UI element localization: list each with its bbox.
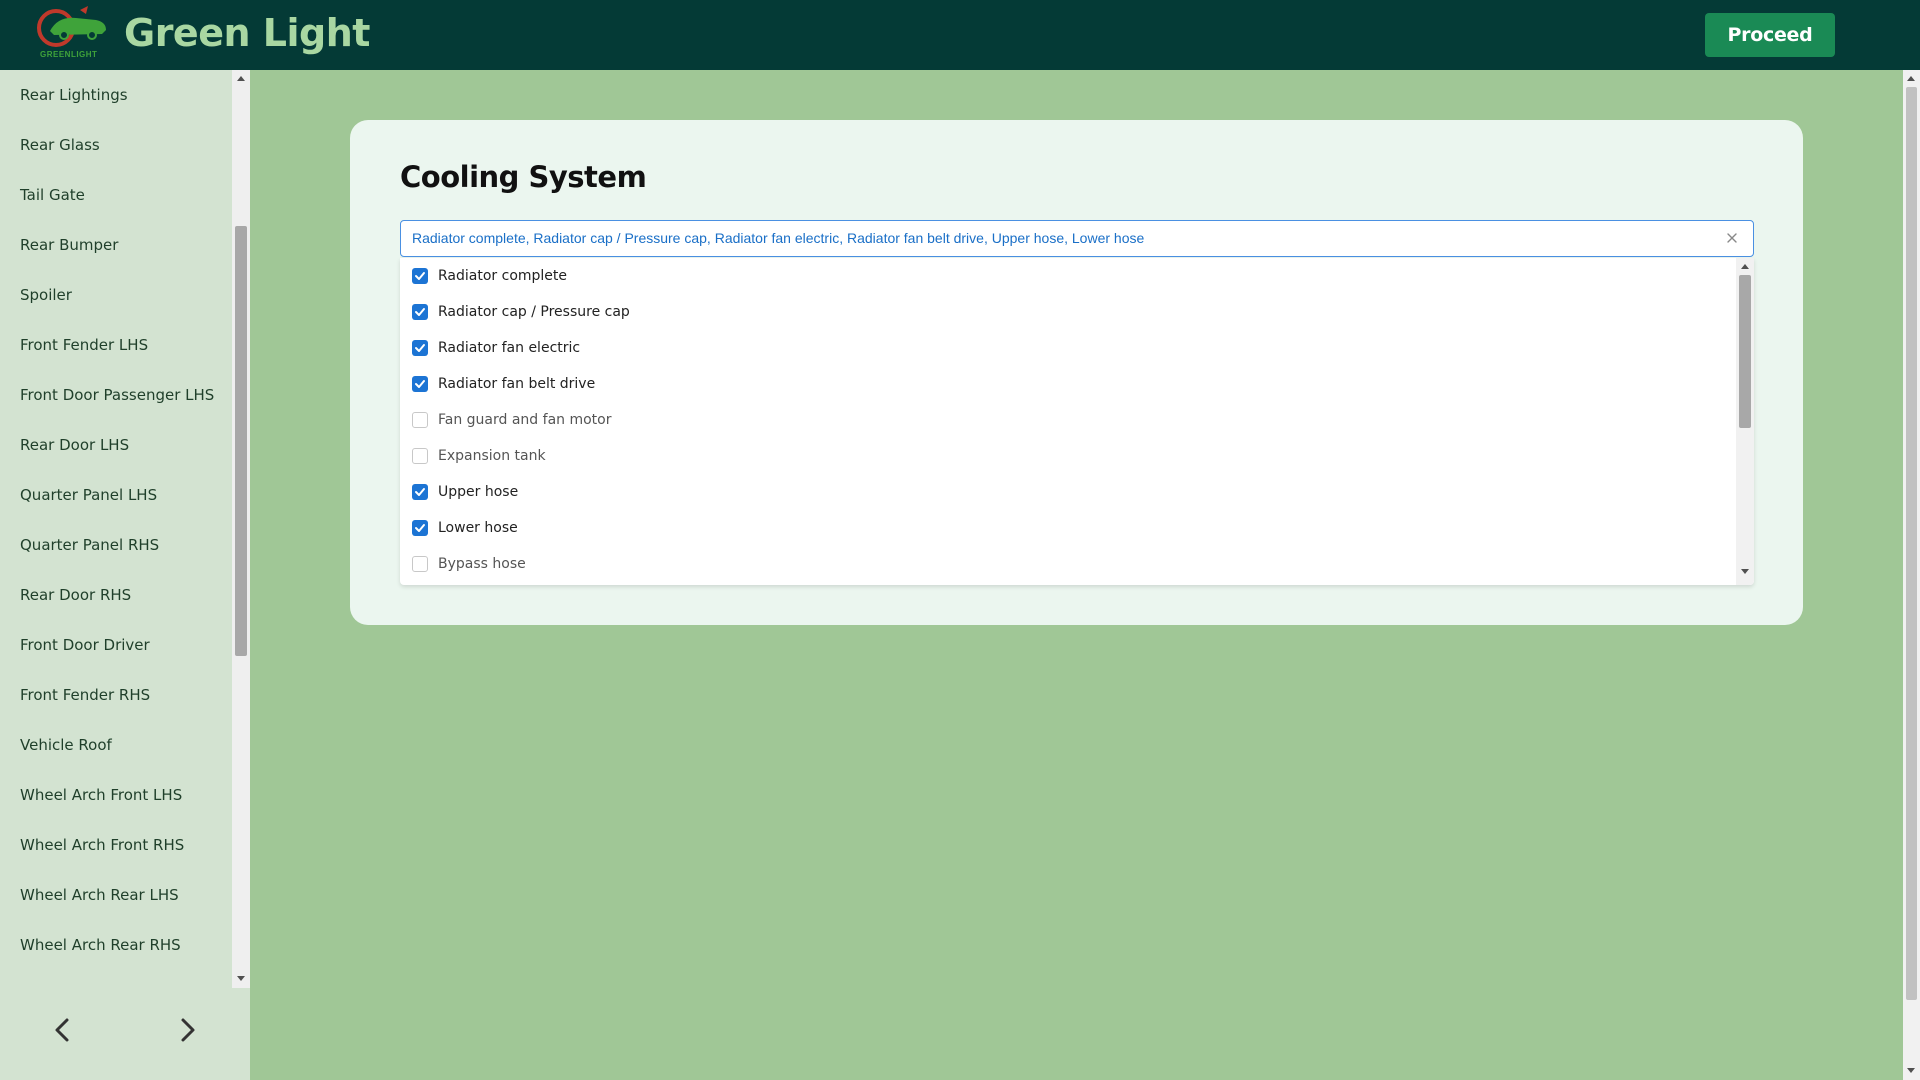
cooling-system-card: Cooling System Radiator complete, Radiat… [350, 120, 1803, 625]
option-lower-hose[interactable]: Lower hose [400, 510, 1736, 546]
next-page-button[interactable] [168, 1010, 208, 1050]
dropdown-scroll-thumb[interactable] [1739, 275, 1751, 428]
page-scrollbar[interactable] [1903, 70, 1920, 1080]
dropdown-scrollbar[interactable] [1736, 258, 1754, 585]
car-logo-icon [37, 6, 106, 47]
sidebar-scrollbar[interactable] [232, 70, 250, 988]
checkbox-checked-icon[interactable] [412, 484, 428, 500]
close-icon[interactable] [1724, 230, 1740, 246]
app-header: GREENLIGHT Green Light Proceed [0, 0, 1920, 70]
sidebar-item-front-door-driver[interactable]: Front Door Driver [0, 620, 232, 670]
scroll-up-arrow-icon[interactable] [1741, 264, 1749, 269]
select-value-text: Radiator complete, Radiator cap / Pressu… [412, 230, 1145, 246]
sidebar-item-wheel-arch-front-rhs[interactable]: Wheel Arch Front RHS [0, 820, 232, 870]
logo-text: GREENLIGHT [40, 50, 98, 59]
option-label: Lower hose [438, 520, 518, 536]
scroll-up-arrow-icon[interactable] [1907, 76, 1915, 81]
scroll-up-arrow-icon[interactable] [237, 76, 245, 81]
sidebar-item-rear-door-lhs[interactable]: Rear Door LHS [0, 420, 232, 470]
option-upper-hose[interactable]: Upper hose [400, 474, 1736, 510]
option-label: Expansion tank [438, 448, 546, 464]
option-radiator-fan-belt-drive[interactable]: Radiator fan belt drive [400, 366, 1736, 402]
sidebar-item-quarter-panel-rhs[interactable]: Quarter Panel RHS [0, 520, 232, 570]
sidebar-item-rear-lightings[interactable]: Rear Lightings [0, 70, 232, 120]
option-radiator-cap[interactable]: Radiator cap / Pressure cap [400, 294, 1736, 330]
scroll-down-arrow-icon[interactable] [1907, 1068, 1915, 1073]
scroll-down-arrow-icon[interactable] [1741, 569, 1749, 574]
checkbox-checked-icon[interactable] [412, 268, 428, 284]
sidebar-item-wheel-arch-front-lhs[interactable]: Wheel Arch Front LHS [0, 770, 232, 820]
option-label: Bypass hose [438, 556, 526, 572]
option-label: Radiator complete [438, 268, 568, 284]
checkbox-unchecked-icon[interactable] [412, 412, 428, 428]
sidebar: Rear Lightings Rear Glass Tail Gate Rear… [0, 70, 250, 1080]
option-label: Radiator fan belt drive [438, 376, 596, 392]
scroll-down-arrow-icon[interactable] [237, 976, 245, 981]
option-label: Radiator cap / Pressure cap [438, 304, 630, 320]
sidebar-list: Rear Lightings Rear Glass Tail Gate Rear… [0, 70, 232, 988]
section-title: Cooling System [400, 160, 647, 194]
option-expansion-tank[interactable]: Expansion tank [400, 438, 1736, 474]
checkbox-checked-icon[interactable] [412, 304, 428, 320]
sidebar-item-rear-bumper[interactable]: Rear Bumper [0, 220, 232, 270]
checkbox-unchecked-icon[interactable] [412, 556, 428, 572]
checkbox-checked-icon[interactable] [412, 520, 428, 536]
option-radiator-complete[interactable]: Radiator complete [400, 258, 1736, 294]
sidebar-item-tail-gate[interactable]: Tail Gate [0, 170, 232, 220]
option-fan-guard-and-fan-motor[interactable]: Fan guard and fan motor [400, 402, 1736, 438]
sidebar-scroll-thumb[interactable] [235, 226, 247, 656]
option-label: Radiator fan electric [438, 340, 581, 356]
cooling-system-multiselect[interactable]: Radiator complete, Radiator cap / Pressu… [400, 220, 1754, 257]
option-label: Fan guard and fan motor [438, 412, 612, 428]
sidebar-item-quarter-panel-lhs[interactable]: Quarter Panel LHS [0, 470, 232, 520]
checkbox-checked-icon[interactable] [412, 376, 428, 392]
option-label: Upper hose [438, 484, 519, 500]
prev-page-button[interactable] [42, 1010, 82, 1050]
checkbox-checked-icon[interactable] [412, 340, 428, 356]
proceed-button[interactable]: Proceed [1705, 13, 1835, 57]
sidebar-item-spoiler[interactable]: Spoiler [0, 270, 232, 320]
sidebar-item-vehicle-roof[interactable]: Vehicle Roof [0, 720, 232, 770]
sidebar-item-rear-glass[interactable]: Rear Glass [0, 120, 232, 170]
sidebar-item-wheel-arch-rear-lhs[interactable]: Wheel Arch Rear LHS [0, 870, 232, 920]
options-dropdown: Radiator complete Radiator cap / Pressur… [400, 258, 1754, 585]
sidebar-item-front-fender-lhs[interactable]: Front Fender LHS [0, 320, 232, 370]
sidebar-item-front-fender-rhs[interactable]: Front Fender RHS [0, 670, 232, 720]
sidebar-item-front-door-passenger-lhs[interactable]: Front Door Passenger LHS [0, 370, 232, 420]
option-radiator-fan-electric[interactable]: Radiator fan electric [400, 330, 1736, 366]
chevron-left-icon [55, 1018, 69, 1042]
chevron-right-icon [181, 1018, 195, 1042]
page-scroll-thumb[interactable] [1906, 87, 1917, 1000]
app-title: Green Light [124, 11, 370, 55]
sidebar-item-wheel-arch-rear-rhs[interactable]: Wheel Arch Rear RHS [0, 920, 232, 970]
checkbox-unchecked-icon[interactable] [412, 448, 428, 464]
option-bypass-hose[interactable]: Bypass hose [400, 546, 1736, 582]
sidebar-item-rear-door-rhs[interactable]: Rear Door RHS [0, 570, 232, 620]
